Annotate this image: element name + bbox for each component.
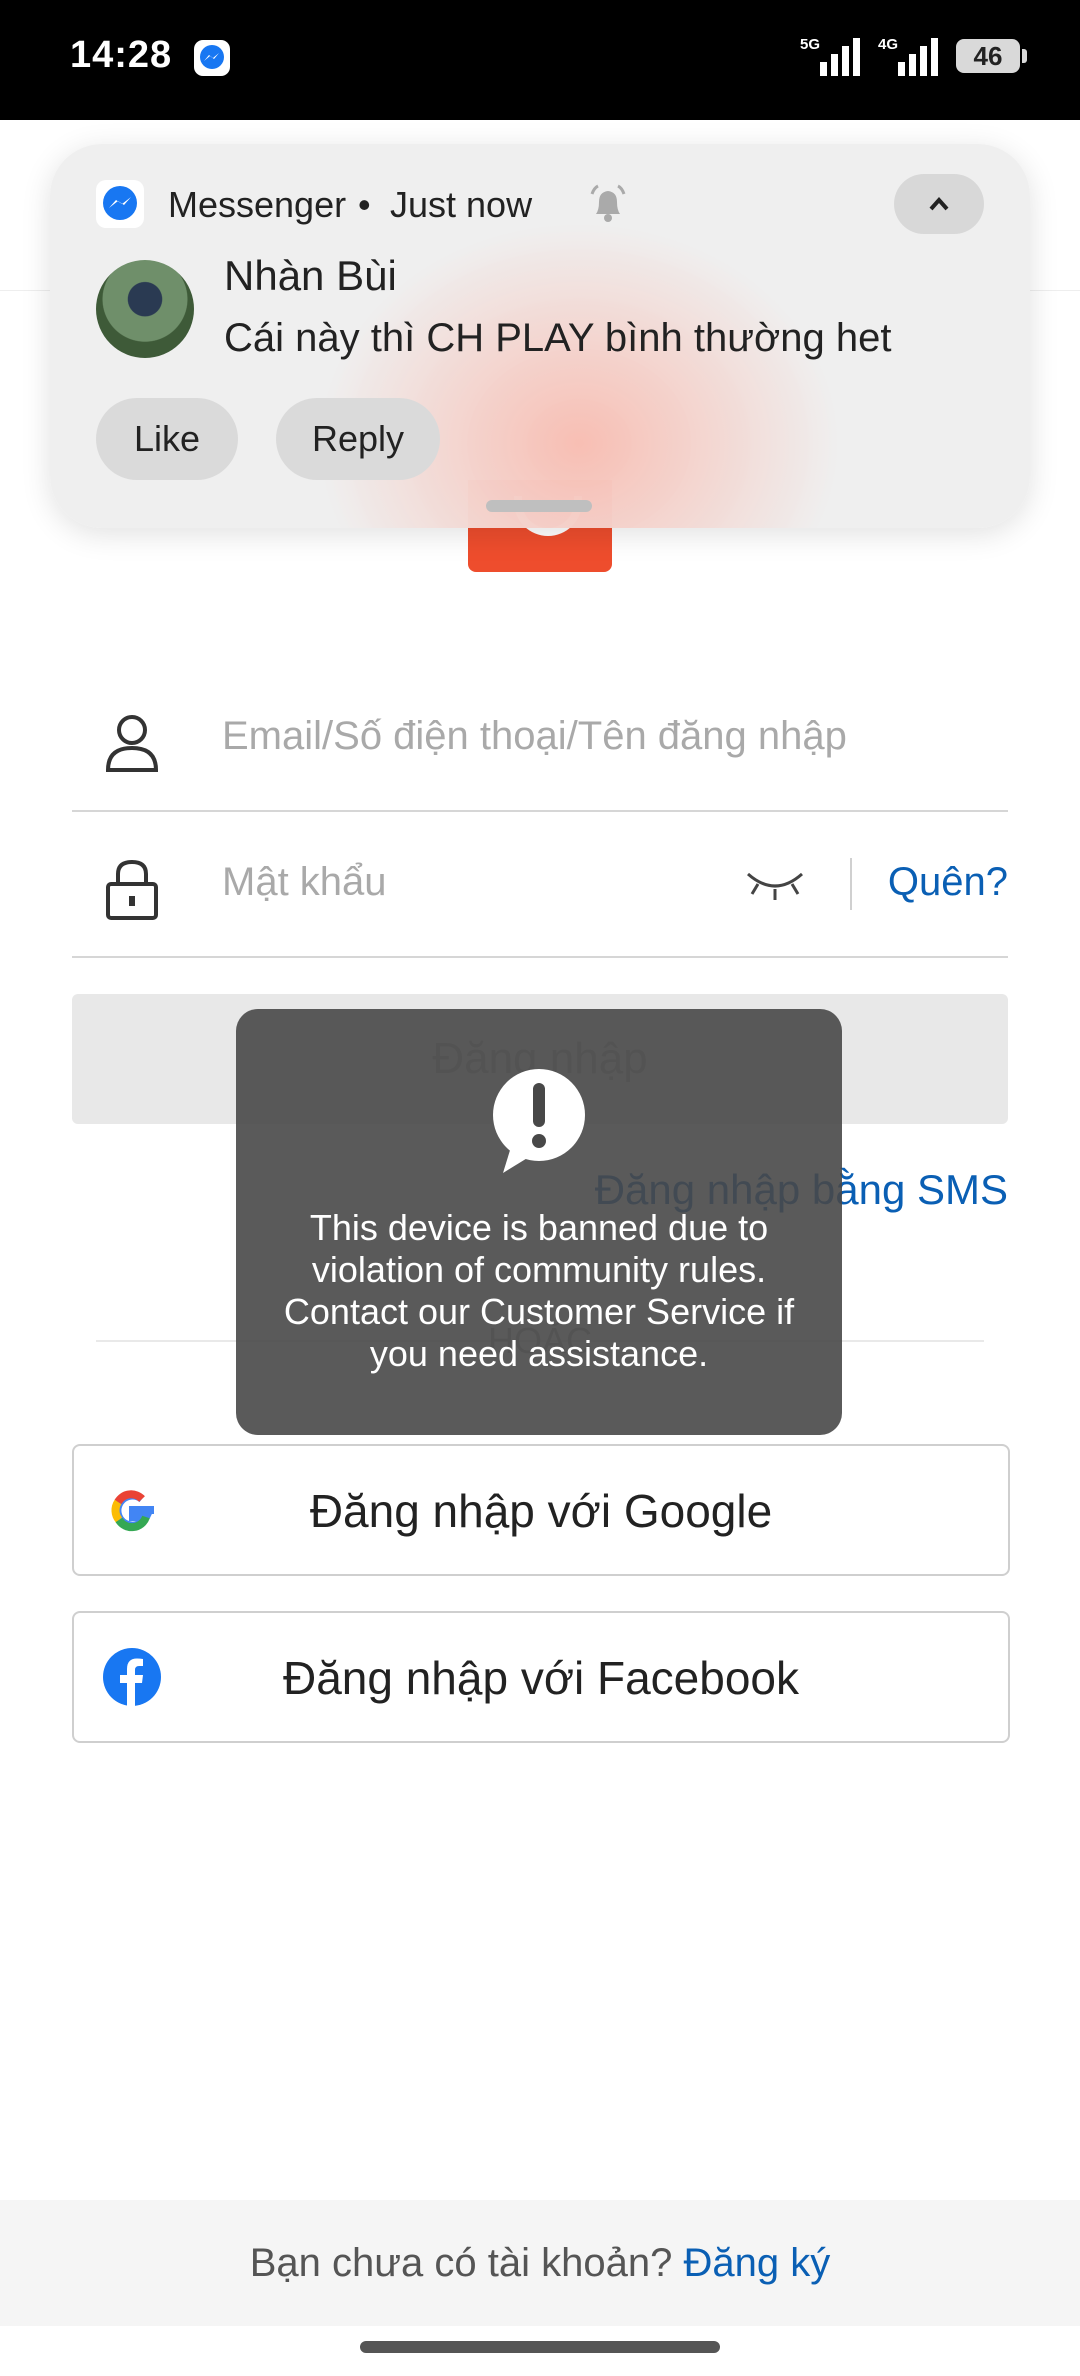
notification-separator: • (358, 184, 371, 225)
signup-prompt: Bạn chưa có tài khoản? (249, 2241, 673, 2285)
signup-bar: Bạn chưa có tài khoản? Đăng ký (0, 2200, 1080, 2326)
google-login-label: Đăng nhập với Google (309, 1485, 773, 1537)
password-placeholder: Mật khẩu (222, 860, 387, 904)
notification-sender: Nhàn Bùi (224, 252, 397, 299)
ban-toast: This device is banned due to violation o… (236, 1009, 842, 1435)
status-time: 14:28 (70, 34, 173, 76)
collapse-button[interactable] (894, 174, 984, 234)
signal-5g-icon: 5G (800, 36, 860, 76)
warning-icon (493, 1069, 585, 1173)
lock-icon (106, 859, 158, 920)
messenger-icon (96, 180, 144, 228)
password-field[interactable]: Mật khẩu Quên? (72, 812, 1008, 958)
reply-button[interactable]: Reply (276, 398, 440, 480)
notification-time: Just now (390, 184, 533, 225)
user-icon (105, 715, 159, 772)
signal-4g-icon: 4G (878, 36, 938, 76)
divider (850, 858, 852, 910)
notification-app-name: Messenger (168, 184, 347, 225)
sender-avatar (96, 260, 194, 358)
status-bar: 14:28 5G 4G 46 (0, 0, 1080, 120)
hide-password-icon[interactable] (744, 864, 806, 904)
email-placeholder: Email/Số điện thoại/Tên đăng nhập (222, 714, 847, 758)
notification-drag-handle[interactable] (486, 500, 592, 512)
facebook-login-label: Đăng nhập với Facebook (282, 1652, 800, 1704)
battery-icon: 46 (956, 39, 1027, 73)
network-type-2: 4G (878, 36, 899, 53)
forgot-password-link[interactable]: Quên? (888, 860, 1008, 905)
messenger-notification[interactable]: Messenger • Just now Nhàn Bùi Cái này th… (50, 144, 1030, 528)
signup-link[interactable]: Đăng ký (684, 2241, 831, 2285)
facebook-login-button[interactable]: Đăng nhập với Facebook (72, 1611, 1010, 1743)
email-field[interactable]: Email/Số điện thoại/Tên đăng nhập (72, 666, 1008, 812)
chevron-up-icon (929, 196, 949, 211)
notification-message: Cái này thì CH PLAY bình thường het (224, 316, 892, 360)
alert-bell-icon (590, 184, 626, 222)
like-button[interactable]: Like (96, 398, 238, 480)
home-indicator[interactable] (360, 2341, 720, 2353)
network-type-1: 5G (800, 36, 821, 53)
toast-message: This device is banned due to violation o… (283, 1207, 795, 1374)
messenger-status-icon (194, 40, 230, 76)
google-login-button[interactable]: Đăng nhập với Google (72, 1444, 1010, 1576)
status-icons: 5G 4G 46 (800, 36, 1027, 76)
